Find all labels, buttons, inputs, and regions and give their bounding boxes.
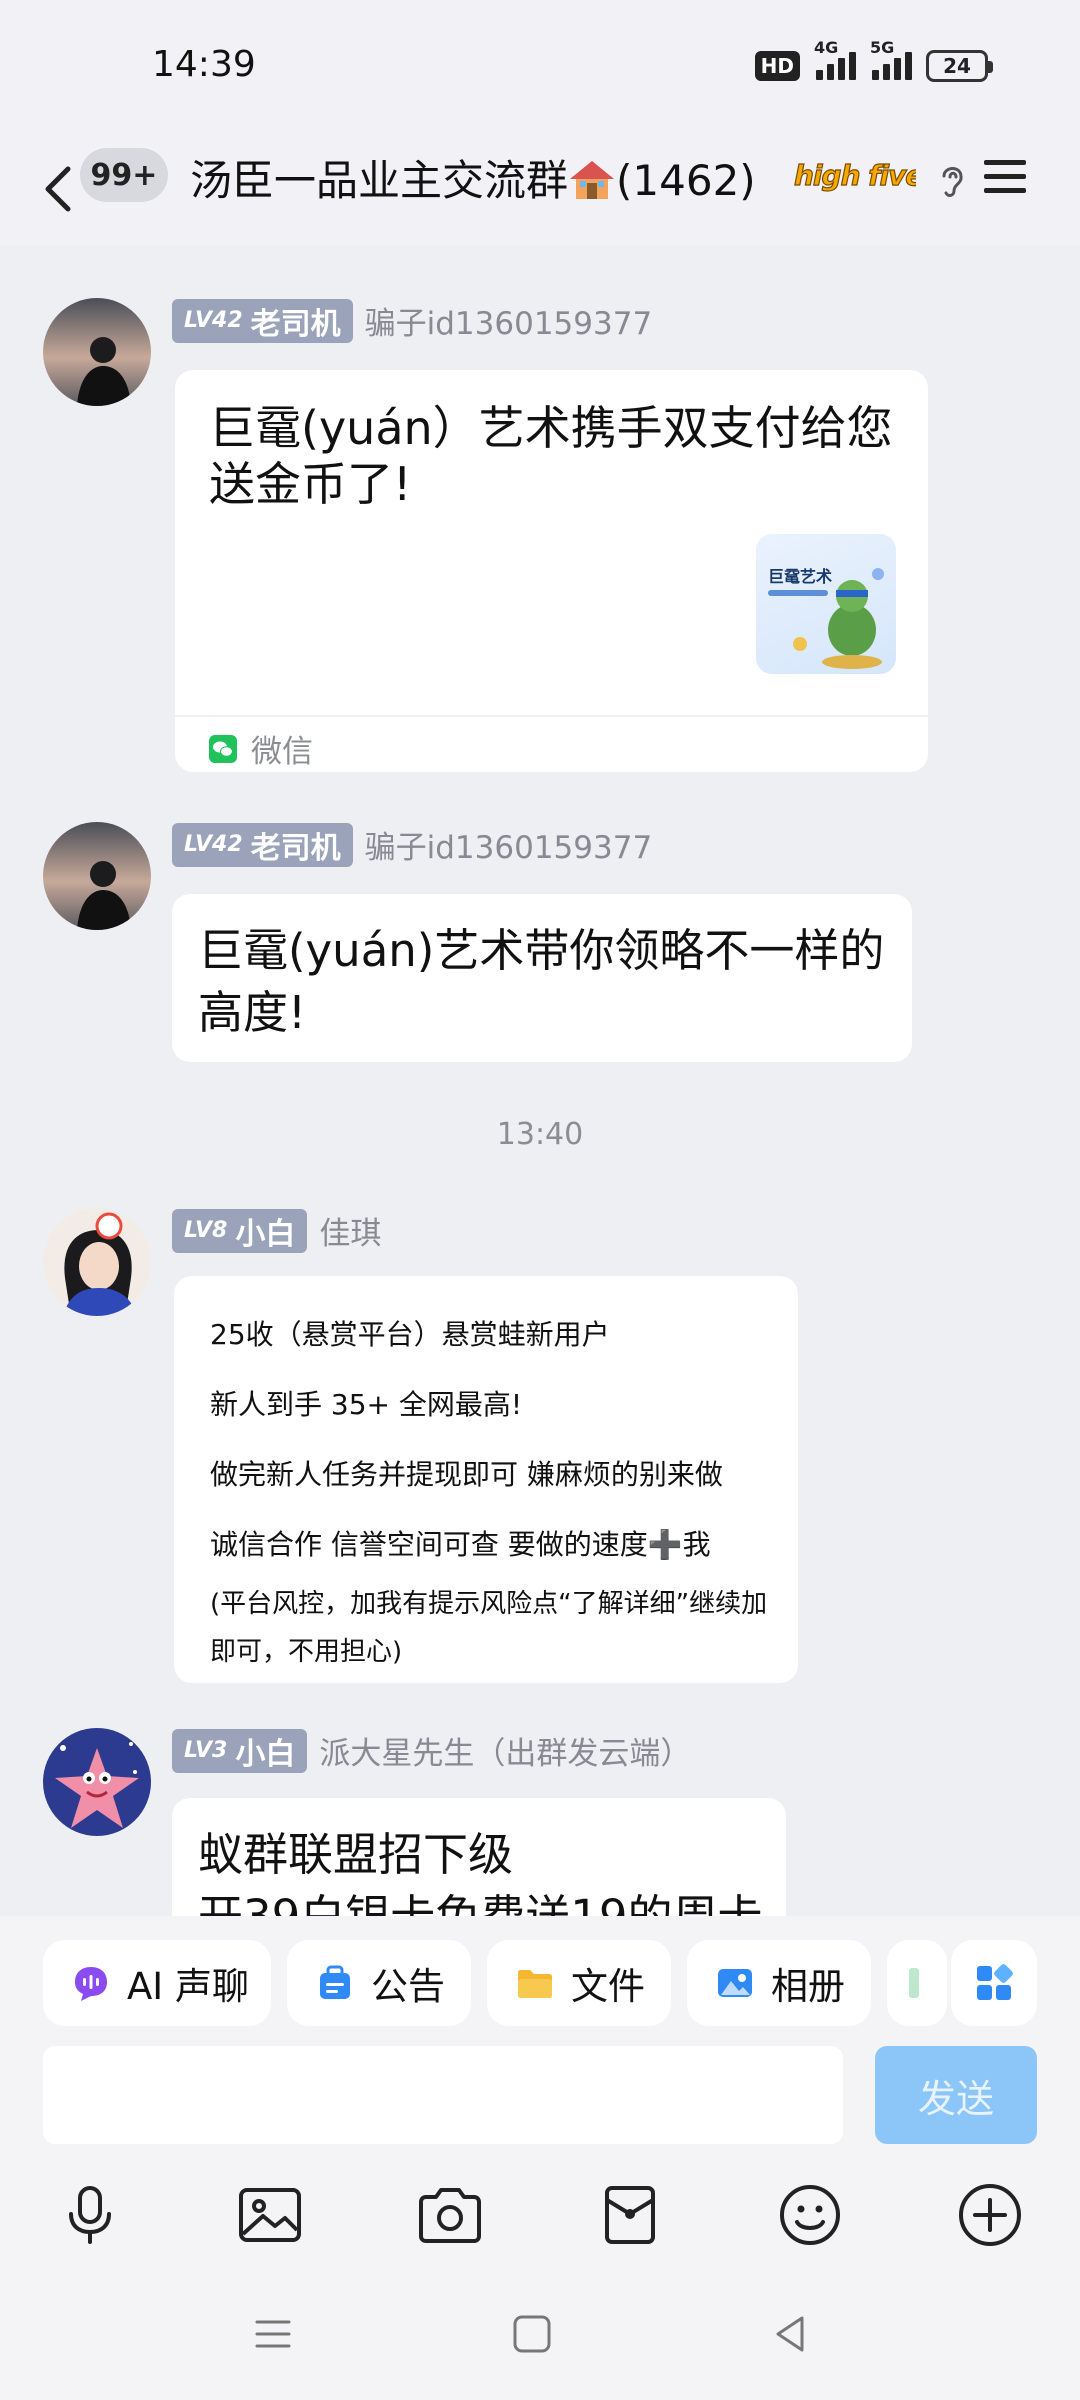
announcement-icon xyxy=(320,1965,350,1999)
group-name: 汤臣一品业主交流群 xyxy=(190,156,569,205)
member-count: (1462) xyxy=(616,156,756,205)
wechat-icon xyxy=(209,734,237,763)
sender-row: LV42 老司机 骗子id1360159377 xyxy=(172,298,652,343)
avatar[interactable] xyxy=(43,1728,151,1836)
status-bar: 14:39 HD 4G 5G 24 xyxy=(0,0,1080,135)
level-number: LV42 xyxy=(184,832,243,857)
avatar[interactable] xyxy=(43,298,151,406)
message-line: 做完新人任务并提现即可 嫌麻烦的别来做 xyxy=(210,1458,723,1491)
network-type-label: 5G xyxy=(870,38,895,57)
avatar-woman-icon xyxy=(43,1208,151,1316)
chip-label: 公告 xyxy=(371,1965,445,2008)
group-title[interactable]: 汤臣一品业主交流群 (1462) xyxy=(190,147,756,208)
back-arrow-icon[interactable] xyxy=(36,157,80,221)
level-title: 小白 xyxy=(235,1736,296,1772)
ai-voice-chat-button[interactable]: AI 声聊 xyxy=(43,1940,271,2026)
avatar[interactable] xyxy=(43,822,151,930)
level-badge: LV42 老司机 xyxy=(172,298,353,343)
microphone-icon[interactable] xyxy=(55,2180,125,2250)
plus-icon[interactable] xyxy=(955,2180,1025,2250)
house-icon xyxy=(570,161,615,199)
red-packet-icon[interactable] xyxy=(595,2180,665,2250)
chip-label: AI 声聊 xyxy=(127,1965,249,2008)
signal-4g-icon: 4G xyxy=(814,38,856,80)
avatar-man-icon xyxy=(43,298,151,406)
message-line: 新人到手 35+ 全网最高! xyxy=(210,1388,523,1421)
card-divider xyxy=(175,715,928,717)
sender-name[interactable]: 派大星先生（出群发云端） xyxy=(319,1728,691,1773)
chip-label: 相册 xyxy=(771,1965,845,2008)
level-title: 老司机 xyxy=(250,306,341,342)
app-grid-icon xyxy=(977,1964,1013,2000)
chip-label: 文件 xyxy=(571,1965,645,2008)
message-bubble[interactable]: 巨鼋(yuán)艺术带你领略不一样的高度! xyxy=(172,894,912,1062)
network-type-label: 4G xyxy=(814,38,839,57)
back-nav-icon[interactable] xyxy=(768,2312,812,2356)
ear-icon[interactable] xyxy=(936,160,968,200)
high-five-logo-icon: high five xyxy=(793,158,924,192)
level-badge: LV8 小白 xyxy=(172,1208,308,1253)
message-input[interactable] xyxy=(43,2046,843,2144)
level-title: 小白 xyxy=(235,1216,296,1252)
status-time: 14:39 xyxy=(152,44,256,85)
album-button[interactable]: 相册 xyxy=(687,1940,871,2026)
menu-icon[interactable] xyxy=(982,156,1028,198)
message-timestamp: 13:40 xyxy=(496,1117,584,1152)
emoji-icon[interactable] xyxy=(775,2180,845,2250)
level-number: LV3 xyxy=(184,1738,228,1763)
home-nav-icon[interactable] xyxy=(510,2312,554,2356)
avatar-man-icon xyxy=(43,822,151,930)
partial-chip-icon xyxy=(909,1968,919,1998)
send-button[interactable]: 发送 xyxy=(875,2046,1037,2144)
sender-name[interactable]: 骗子id1360159377 xyxy=(365,822,653,867)
share-card[interactable]: 巨鼋(yuán）艺术携手双支付给您送金币了! 巨鼋艺术 微信 xyxy=(175,370,928,772)
image-icon[interactable] xyxy=(235,2180,305,2250)
message-text: 25收（悬赏平台）悬赏蛙新用户 新人到手 35+ 全网最高! 做完新人任务并提现… xyxy=(210,1300,774,1676)
message-bubble[interactable]: 25收（悬赏平台）悬赏蛙新用户 新人到手 35+ 全网最高! 做完新人任务并提现… xyxy=(174,1276,798,1683)
menu-nav-icon[interactable] xyxy=(251,2312,295,2356)
sender-row: LV8 小白 佳琪 xyxy=(172,1208,381,1253)
message-line: (平台风控，加我有提示风险点“了解详细”继续加即可，不用担心) xyxy=(210,1589,768,1667)
ai-voice-icon xyxy=(75,1967,107,2001)
status-indicators: HD 4G 5G 24 xyxy=(754,38,993,82)
level-badge: LV42 老司机 xyxy=(172,822,353,867)
high-five-badge: high five xyxy=(792,155,924,203)
folder-icon xyxy=(518,1970,552,1998)
sender-name[interactable]: 骗子id1360159377 xyxy=(365,298,653,343)
level-number: LV8 xyxy=(184,1218,228,1243)
files-button[interactable]: 文件 xyxy=(487,1940,671,2026)
card-source: 微信 xyxy=(251,734,313,770)
announcement-button[interactable]: 公告 xyxy=(287,1940,471,2026)
svg-text:high five: high five xyxy=(794,159,916,192)
card-title: 巨鼋(yuán）艺术携手双支付给您送金币了! xyxy=(209,401,893,511)
message-line: 25收（悬赏平台）悬赏蛙新用户 xyxy=(210,1318,610,1351)
unread-count-badge[interactable]: 99+ xyxy=(80,148,168,202)
thumbnail-label: 巨鼋艺术 xyxy=(768,567,832,586)
card-thumbnail: 巨鼋艺术 xyxy=(756,534,896,674)
card-footer: 微信 xyxy=(209,726,313,771)
sender-name[interactable]: 佳琪 xyxy=(319,1208,381,1253)
more-action-chip[interactable] xyxy=(887,1940,947,2026)
turtle-thumbnail-icon: 巨鼋艺术 xyxy=(768,567,884,669)
sender-row: LV42 老司机 骗子id1360159377 xyxy=(172,822,652,867)
avatar[interactable] xyxy=(43,1208,151,1316)
message-text: 巨鼋(yuán)艺术带你领略不一样的高度! xyxy=(198,924,885,1039)
camera-icon[interactable] xyxy=(415,2180,485,2250)
message-line: 诚信合作 信誉空间可查 要做的速度➕我 xyxy=(210,1528,711,1561)
level-badge: LV3 小白 xyxy=(172,1728,308,1773)
album-icon xyxy=(718,1969,752,1997)
quick-actions-bar: AI 声聊 公告 文件 相册 xyxy=(0,1940,1080,2026)
battery-icon: 24 xyxy=(926,50,993,82)
level-title: 老司机 xyxy=(250,830,341,866)
avatar-starfish-icon xyxy=(43,1728,151,1836)
sender-row: LV3 小白 派大星先生（出群发云端） xyxy=(172,1728,691,1773)
level-number: LV42 xyxy=(184,308,243,333)
hd-icon: HD xyxy=(754,51,800,81)
app-grid-button[interactable] xyxy=(951,1940,1037,2026)
signal-5g-icon: 5G xyxy=(870,38,912,80)
